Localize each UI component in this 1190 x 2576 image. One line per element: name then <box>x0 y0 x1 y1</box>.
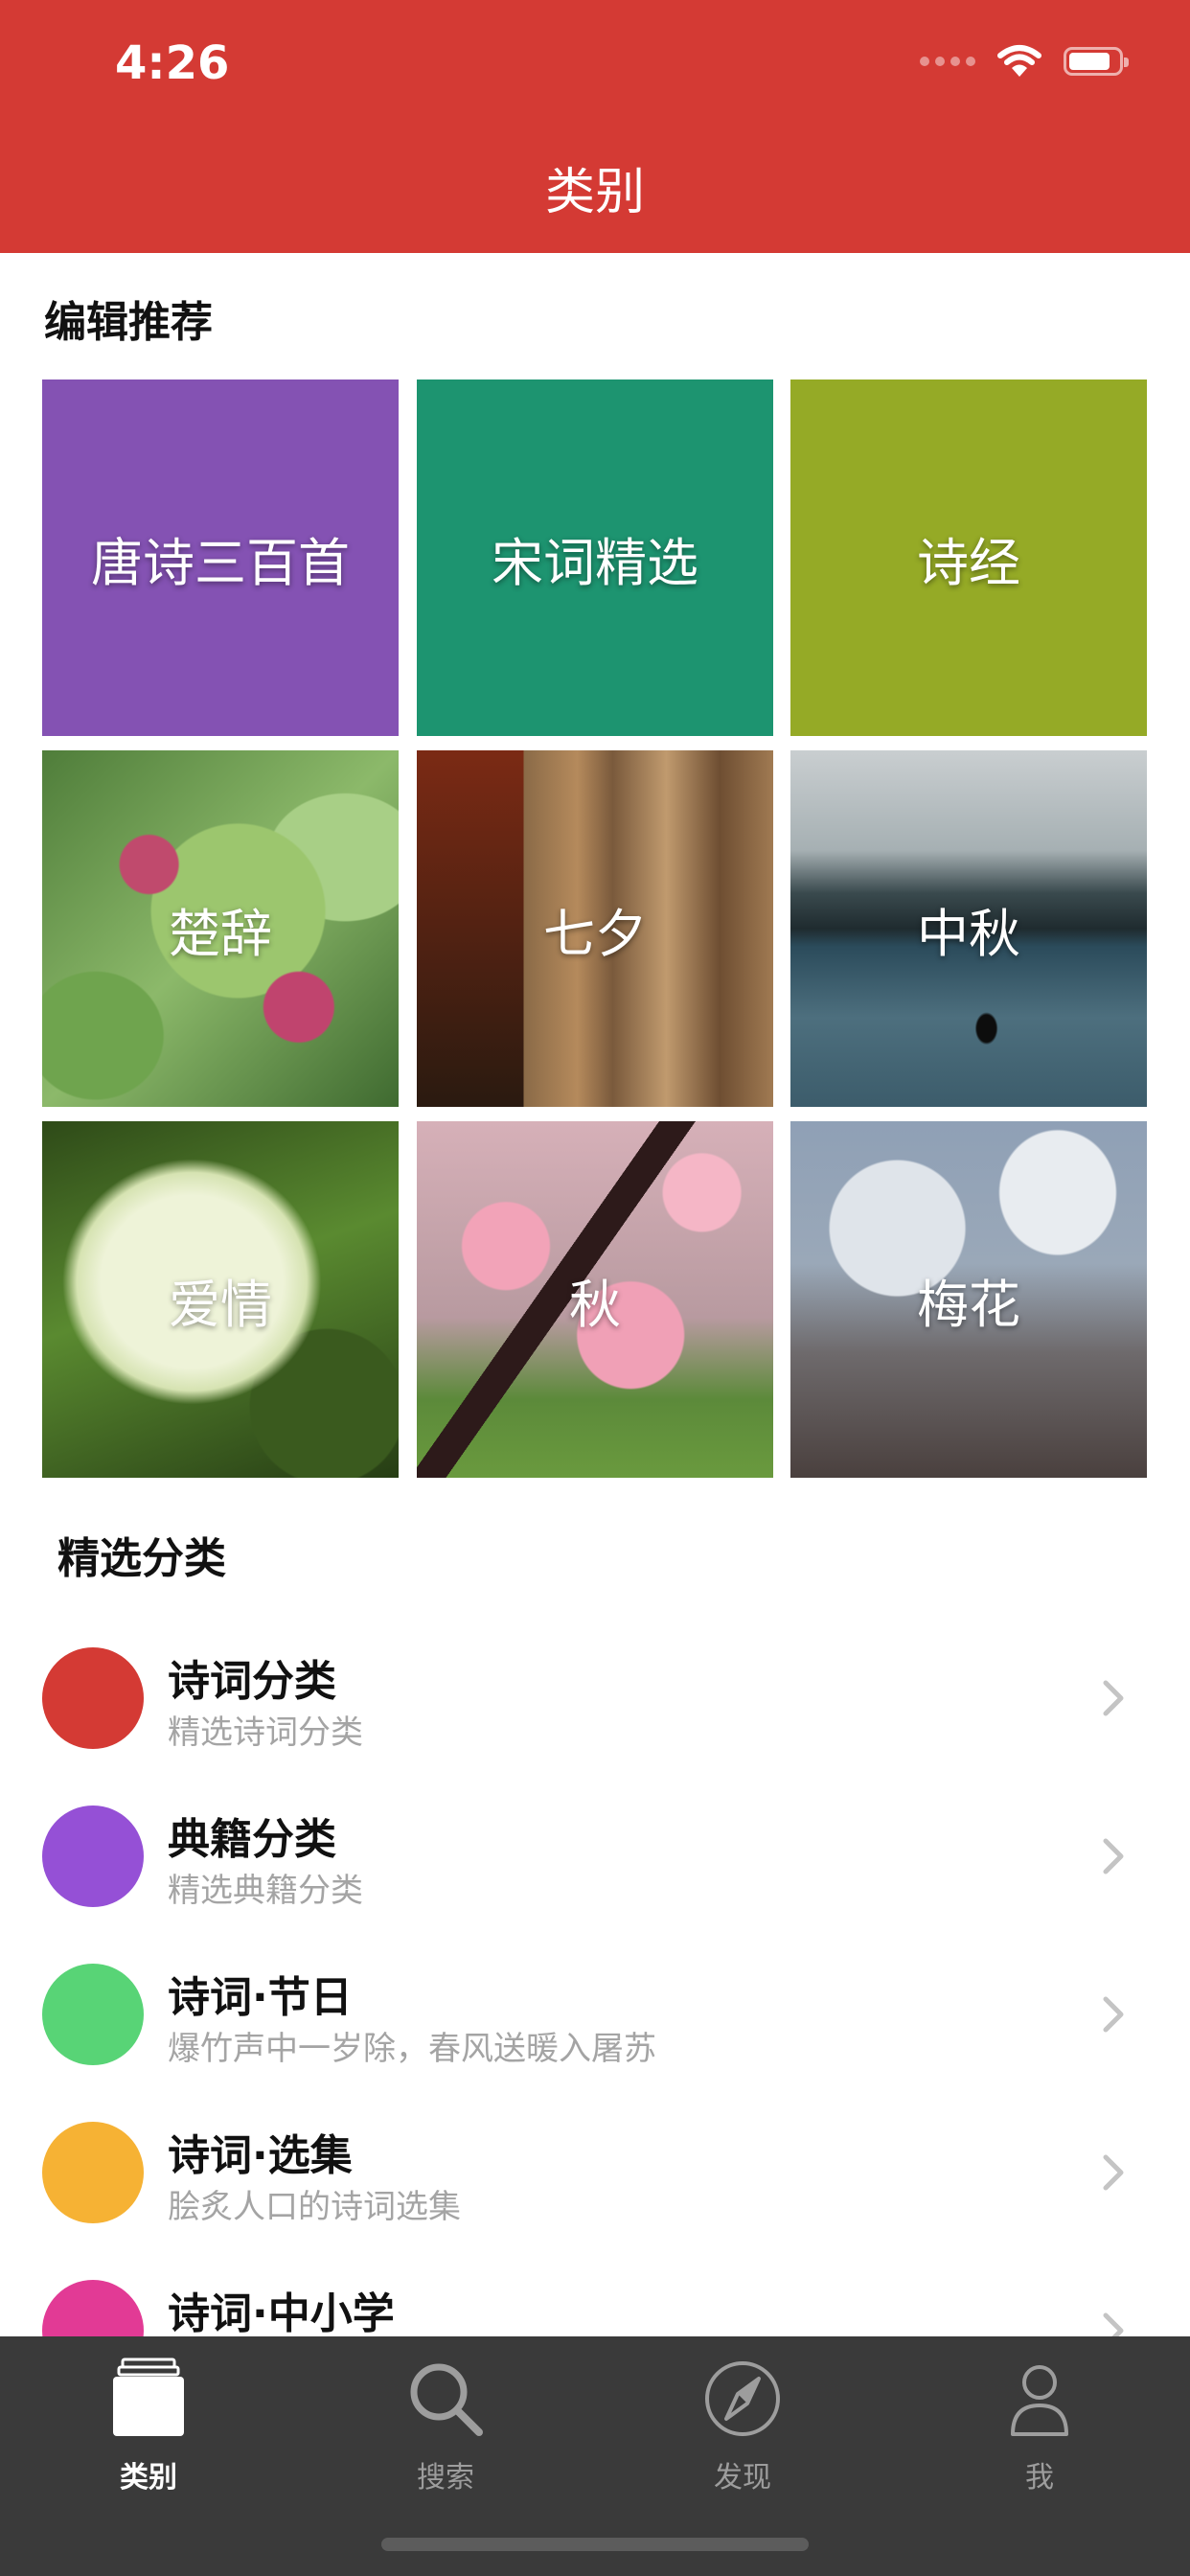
tile-shijing[interactable]: 诗经 <box>790 380 1147 736</box>
tile-plum-blossom[interactable]: 梅花 <box>790 1121 1147 1478</box>
tile-love[interactable]: 爱情 <box>42 1121 399 1478</box>
list-item-title: 典籍分类 <box>168 1815 336 1864</box>
list-item-title: 诗词·节日 <box>168 1973 353 2022</box>
tile-label: 秋 <box>569 1274 621 1335</box>
tab-me[interactable]: 我 <box>944 2356 1135 2509</box>
featured-section-title: 精选分类 <box>57 1534 226 1583</box>
wifi-icon <box>997 45 1041 77</box>
tile-label: 爱情 <box>169 1274 272 1335</box>
list-item-title: 诗词·选集 <box>168 2131 353 2180</box>
editor-section-title: 编辑推荐 <box>44 298 213 347</box>
category-color-dot <box>42 1964 144 2065</box>
tab-search[interactable]: 搜索 <box>350 2356 541 2509</box>
search-icon <box>410 2363 483 2436</box>
tile-label: 梅花 <box>917 1274 1020 1335</box>
list-item-subtitle: 爆竹声中一岁除，春风送暖入屠苏 <box>168 2030 656 2068</box>
tile-label: 中秋 <box>917 903 1020 964</box>
tab-discover[interactable]: 发现 <box>647 2356 838 2509</box>
list-item-classics-categories[interactable]: 典籍分类 精选典籍分类 <box>0 1778 1190 1936</box>
category-color-dot <box>42 1647 144 1749</box>
list-item-subtitle: 脍炙人口的诗词选集 <box>168 2188 461 2226</box>
compass-icon <box>705 2361 780 2436</box>
list-item-subtitle: 精选诗词分类 <box>168 1714 363 1752</box>
person-icon <box>1011 2365 1068 2436</box>
header: 4:26 类别 <box>0 0 1190 253</box>
list-item-poetry-categories[interactable]: 诗词分类 精选诗词分类 <box>0 1620 1190 1778</box>
status-time: 4:26 <box>115 36 230 90</box>
tile-label: 唐诗三百首 <box>91 532 350 593</box>
category-color-dot <box>42 2122 144 2223</box>
tab-label: 类别 <box>120 2461 177 2495</box>
home-indicator <box>381 2538 809 2551</box>
tab-label: 搜索 <box>417 2461 474 2495</box>
list-item-festivals[interactable]: 诗词·节日 爆竹声中一岁除，春风送暖入屠苏 <box>0 1936 1190 2094</box>
cellular-signal-icon <box>920 57 975 66</box>
battery-icon <box>1064 47 1129 76</box>
tab-label: 我 <box>1025 2461 1054 2495</box>
list-item-anthologies[interactable]: 诗词·选集 脍炙人口的诗词选集 <box>0 2094 1190 2252</box>
tile-chuci[interactable]: 楚辞 <box>42 750 399 1107</box>
tile-song-ci[interactable]: 宋词精选 <box>417 380 773 736</box>
tile-mid-autumn[interactable]: 中秋 <box>790 750 1147 1107</box>
list-item-title: 诗词分类 <box>168 1657 336 1706</box>
chevron-right-icon <box>1103 1680 1124 1716</box>
tile-tang-poems[interactable]: 唐诗三百首 <box>42 380 399 736</box>
page-title: 类别 <box>544 164 645 221</box>
tile-label: 宋词精选 <box>492 532 698 593</box>
tile-qixi[interactable]: 七夕 <box>417 750 773 1107</box>
category-color-dot <box>42 1806 144 1907</box>
category-icon <box>113 2358 184 2436</box>
list-item-subtitle: 精选典籍分类 <box>168 1872 363 1910</box>
tile-label: 楚辞 <box>169 903 272 964</box>
tile-label: 诗经 <box>917 532 1020 593</box>
status-icons <box>920 44 1129 79</box>
tile-label: 七夕 <box>543 903 647 964</box>
chevron-right-icon <box>1103 1996 1124 2033</box>
list-item-title: 诗词·中小学 <box>168 2289 395 2338</box>
chevron-right-icon <box>1103 1838 1124 1874</box>
chevron-right-icon <box>1103 2154 1124 2191</box>
tab-category[interactable]: 类别 <box>53 2356 244 2509</box>
tile-autumn[interactable]: 秋 <box>417 1121 773 1478</box>
tab-label: 发现 <box>714 2461 771 2495</box>
